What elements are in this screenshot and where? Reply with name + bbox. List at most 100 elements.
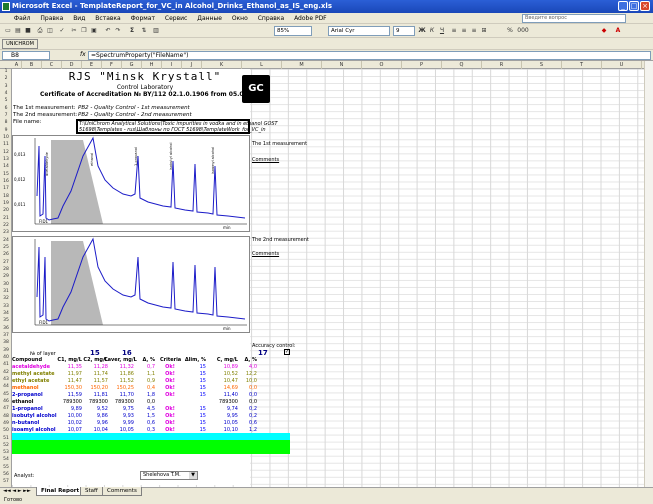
row-header[interactable]: 54 [0, 457, 12, 462]
row-header[interactable]: 19 [0, 201, 12, 206]
comments-link-1[interactable]: Comments [252, 157, 279, 163]
row-header[interactable]: 26 [0, 252, 12, 257]
column-header[interactable]: F [102, 61, 122, 69]
menu-adobe-pdf[interactable]: Adobe PDF [290, 13, 331, 24]
selected-cell-b8[interactable]: T:\UniChrom Analytical Solutions\Toxic i… [76, 119, 278, 134]
row-header[interactable]: 18 [0, 194, 12, 199]
menu-insert[interactable]: Вставка [91, 13, 124, 24]
row-header[interactable]: 53 [0, 450, 12, 455]
row-header[interactable]: 37 [0, 333, 12, 338]
print-icon[interactable]: ⎙ [36, 27, 44, 35]
row-header[interactable]: 13 [0, 157, 12, 162]
tab-nav-icon[interactable]: ◄◄ ◄ ► ►► [3, 488, 31, 494]
column-header[interactable]: J [182, 61, 202, 69]
column-header[interactable]: P [402, 61, 442, 69]
tab-final-report[interactable]: Final Report [36, 487, 85, 496]
row-header[interactable]: 8 [0, 120, 12, 125]
font-color-icon[interactable]: A [614, 27, 622, 35]
tab-staff[interactable]: Staff [80, 487, 103, 496]
row-header[interactable]: 5 [0, 98, 12, 103]
column-header[interactable]: C [42, 61, 62, 69]
merge-icon[interactable]: ⊞ [480, 27, 488, 35]
column-header[interactable]: Q [442, 61, 482, 69]
sort-icon[interactable]: ⇅ [140, 27, 148, 35]
column-header[interactable]: O [362, 61, 402, 69]
chromatogram-2[interactable]: min FID1 [12, 236, 250, 333]
row-header[interactable]: 14 [0, 164, 12, 169]
name-box[interactable]: B8 [2, 51, 50, 60]
column-header[interactable]: A [12, 61, 22, 69]
row-header[interactable]: 34 [0, 311, 12, 316]
undo-icon[interactable]: ↶ [104, 27, 112, 35]
formula-input[interactable]: =SpectrumProperty("FileName") [88, 51, 651, 60]
accuracy-checkbox[interactable]: ✓ [284, 349, 290, 355]
column-header[interactable]: S [522, 61, 562, 69]
menu-view[interactable]: Вид [69, 13, 89, 24]
column-header[interactable]: B [22, 61, 42, 69]
row-header[interactable]: 35 [0, 318, 12, 323]
column-header[interactable]: E [82, 61, 102, 69]
row-header[interactable]: 10 [0, 135, 12, 140]
column-header[interactable]: U [602, 61, 642, 69]
row-header[interactable]: 15 [0, 172, 12, 177]
row-header[interactable]: 49 [0, 421, 12, 426]
align-left-icon[interactable]: ≡ [450, 27, 458, 35]
chart-icon[interactable]: ▥ [152, 27, 160, 35]
menu-edit[interactable]: Правка [36, 13, 67, 24]
fill-color-icon[interactable]: ◆ [600, 27, 608, 35]
column-header[interactable]: D [62, 61, 82, 69]
menu-tools[interactable]: Сервис [161, 13, 191, 24]
column-header[interactable]: L [242, 61, 282, 69]
row-header[interactable]: 25 [0, 245, 12, 250]
unichrom-button[interactable]: UNICHROM [2, 39, 38, 49]
row-header[interactable]: 16 [0, 179, 12, 184]
comments-link-2[interactable]: Comments [252, 251, 279, 257]
fx-icon[interactable]: fx [80, 51, 86, 58]
row-header[interactable]: 36 [0, 326, 12, 331]
row-header[interactable]: 24 [0, 238, 12, 243]
italic-button[interactable]: К [428, 27, 436, 35]
row-header[interactable]: 48 [0, 414, 12, 419]
row-header[interactable]: 52 [0, 443, 12, 448]
open-icon[interactable]: ▤ [14, 27, 22, 35]
row-header[interactable]: 41 [0, 362, 12, 367]
row-header[interactable]: 2 [0, 76, 12, 81]
row-header[interactable]: 11 [0, 142, 12, 147]
font-size-select[interactable]: 9 [393, 26, 415, 36]
row-header[interactable]: 20 [0, 208, 12, 213]
column-header[interactable]: T [562, 61, 602, 69]
percent-button[interactable]: % [506, 27, 514, 35]
minimize-button[interactable]: _ [618, 1, 628, 11]
row-header[interactable]: 6 [0, 106, 12, 111]
autosum-button[interactable]: Σ [128, 27, 136, 35]
redo-icon[interactable]: ↷ [114, 27, 122, 35]
spell-icon[interactable]: ✓ [58, 27, 66, 35]
row-header[interactable]: 7 [0, 113, 12, 118]
thousands-button[interactable]: 000 [516, 27, 530, 35]
chevron-down-icon[interactable]: ▼ [189, 472, 197, 479]
row-header[interactable]: 21 [0, 216, 12, 221]
row-header[interactable]: 23 [0, 230, 12, 235]
row-header[interactable]: 45 [0, 392, 12, 397]
align-right-icon[interactable]: ≡ [470, 27, 478, 35]
menu-window[interactable]: Окно [228, 13, 252, 24]
row-header[interactable]: 32 [0, 296, 12, 301]
paste-icon[interactable]: ▣ [90, 27, 98, 35]
row-header[interactable]: 39 [0, 348, 12, 353]
row-header[interactable]: 47 [0, 406, 12, 411]
column-header[interactable]: R [482, 61, 522, 69]
row-header[interactable]: 40 [0, 355, 12, 360]
row-header[interactable]: 44 [0, 384, 12, 389]
column-header[interactable]: I [162, 61, 182, 69]
row-header[interactable]: 38 [0, 340, 12, 345]
align-center-icon[interactable]: ≡ [460, 27, 468, 35]
row-header[interactable]: 33 [0, 304, 12, 309]
close-button[interactable]: × [640, 1, 650, 11]
save-icon[interactable]: ■ [24, 27, 32, 35]
tab-comments[interactable]: Comments [102, 487, 142, 496]
row-header[interactable]: 30 [0, 282, 12, 287]
row-header[interactable]: 31 [0, 289, 12, 294]
row-header[interactable]: 29 [0, 274, 12, 279]
bold-button[interactable]: Ж [418, 27, 426, 35]
copy-icon[interactable]: ❐ [80, 27, 88, 35]
